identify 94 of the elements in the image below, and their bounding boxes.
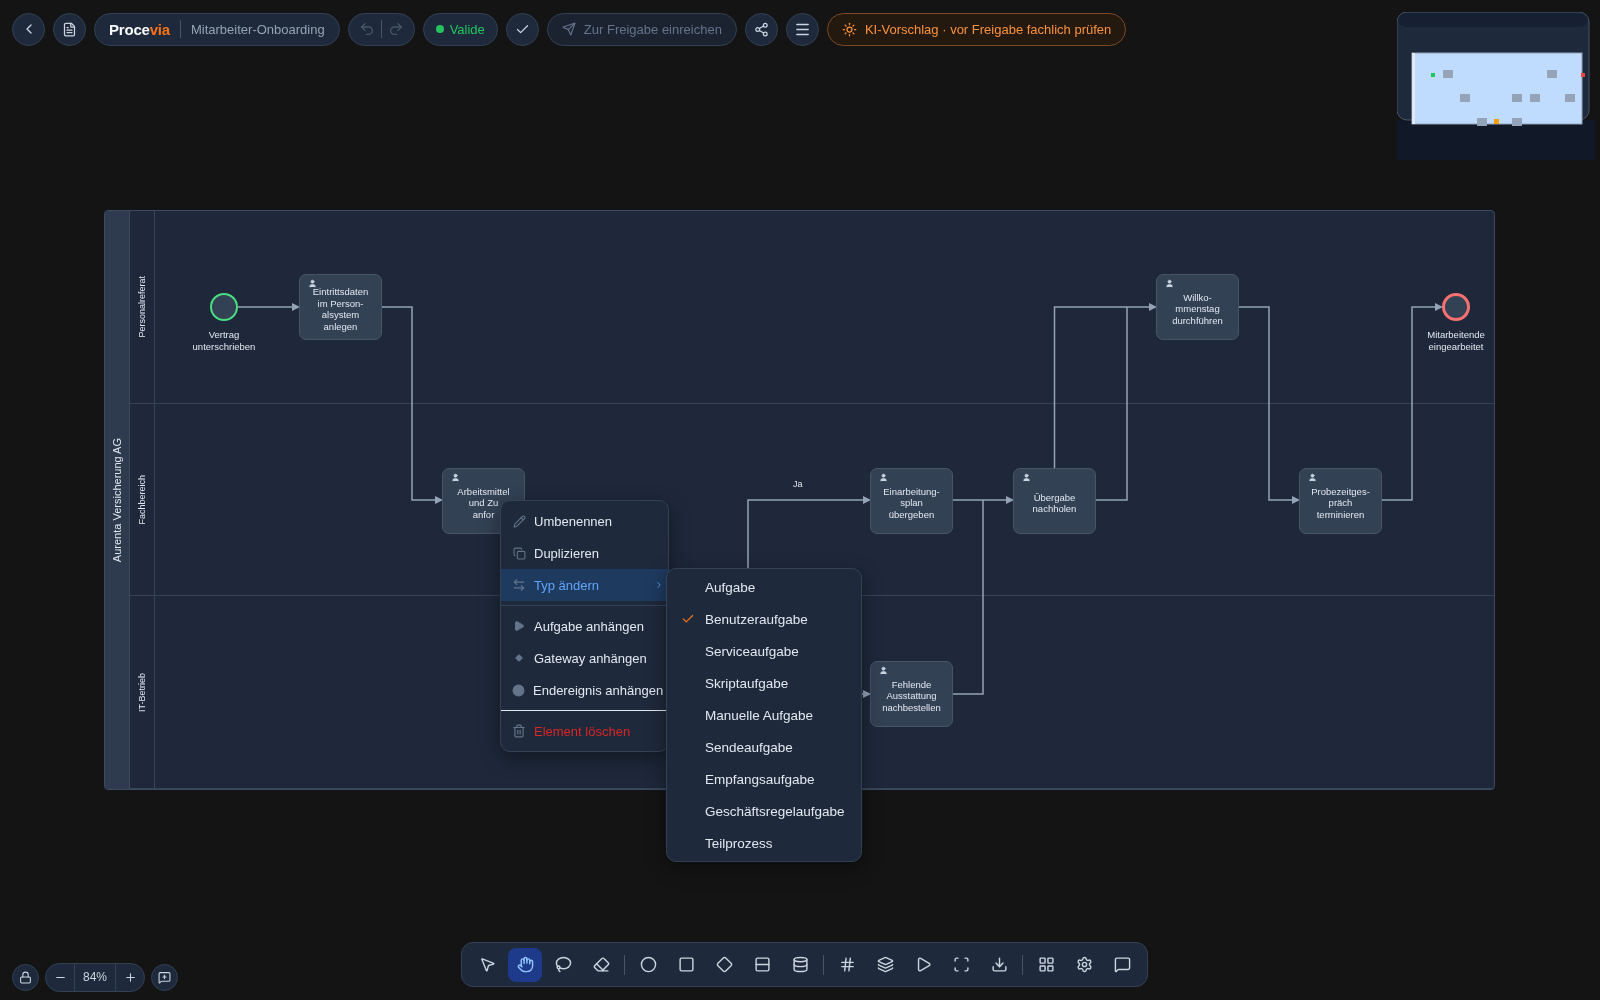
user-task[interactable]: Einarbeitung- splan übergeben — [870, 468, 953, 534]
circle-icon — [639, 956, 657, 973]
user-icon — [308, 279, 317, 288]
document-title: Mitarbeiter-Onboarding — [190, 21, 325, 37]
pool-label: Aurenta Versicherung AG — [111, 437, 123, 563]
share-button[interactable] — [744, 12, 778, 46]
menu-item[interactable]: Gateway anhängen — [501, 642, 668, 674]
sequence-flow[interactable] — [1238, 306, 1300, 504]
add-comment-button[interactable] — [151, 964, 179, 991]
ai-hint-badge[interactable]: KI-Vorschlag · vor Freigabe fachlich prüfen — [826, 12, 1127, 46]
flow-label: Ja — [793, 479, 803, 489]
send-icon — [561, 22, 576, 36]
sequence-flow[interactable] — [1053, 303, 1157, 469]
sequence-flow[interactable] — [952, 499, 984, 695]
hand-icon — [516, 956, 534, 973]
user-icon — [1308, 473, 1317, 482]
menu-item[interactable]: Typ ändern — [501, 569, 668, 601]
back-button[interactable] — [12, 12, 45, 46]
sequence-flow[interactable] — [747, 496, 871, 570]
document-pill[interactable]: Procevia Mitarbeiter-Onboarding — [94, 12, 340, 46]
user-task[interactable]: Fehlende Ausstattung nachbestellen — [870, 661, 953, 727]
sequence-flow[interactable] — [237, 303, 300, 311]
zoom-level: 84% — [74, 964, 117, 991]
user-icon — [879, 473, 888, 482]
user-task[interactable]: Willko- mmenstag durchführen — [1156, 274, 1239, 340]
user-icon — [1022, 473, 1031, 482]
redo-icon — [387, 21, 404, 37]
lasso-icon — [554, 956, 572, 973]
menu-item[interactable]: Benutzeraufgabe — [667, 603, 861, 635]
undo-icon — [358, 21, 375, 37]
user-task[interactable]: Probezeitges- präch terminieren — [1299, 468, 1382, 534]
minimap[interactable] — [1397, 12, 1597, 162]
start-event[interactable] — [210, 293, 238, 321]
lock-button[interactable] — [12, 964, 39, 991]
share-icon — [753, 21, 769, 37]
user-task[interactable]: Eintrittsdaten im Person- alsystem anlegen — [299, 274, 382, 340]
lane-label: Fachbereich — [137, 474, 147, 525]
document-button[interactable] — [53, 12, 86, 46]
apps-icon — [1037, 956, 1055, 973]
menu-item[interactable]: Empfangsaufgabe — [667, 763, 861, 795]
trash-icon — [512, 722, 526, 740]
chevron-icon — [654, 580, 664, 590]
status-badge: Valide — [422, 12, 498, 46]
chat-icon — [1113, 956, 1131, 973]
download-icon — [990, 956, 1008, 973]
circle-icon — [512, 683, 525, 697]
layers-icon — [876, 956, 894, 973]
sequence-flow[interactable] — [861, 690, 871, 698]
sun-icon — [841, 21, 857, 37]
end-event[interactable] — [1442, 293, 1470, 321]
menu-item[interactable]: Aufgabe — [667, 571, 861, 603]
user-icon — [451, 473, 460, 482]
user-icon — [1165, 279, 1174, 288]
menu-item[interactable]: Skriptaufgabe — [667, 667, 861, 699]
copy-icon — [512, 546, 526, 560]
check-icon — [681, 612, 695, 626]
event-label: Mitarbeitende eingearbeitet — [1426, 329, 1486, 352]
menu-item[interactable]: Sendeaufgabe — [667, 731, 861, 763]
pencil-icon — [512, 514, 526, 528]
comment-plus-icon — [158, 971, 172, 984]
lane-icon — [753, 956, 771, 973]
brand-logo: Procevia — [109, 20, 170, 38]
sequence-flow[interactable] — [952, 496, 1014, 504]
cylinder-icon — [791, 956, 809, 973]
cursor-icon — [478, 956, 496, 973]
diamond-icon — [715, 956, 733, 973]
event-label: Vertrag unterschrieben — [191, 329, 257, 352]
menu-item[interactable]: Geschäftsregelaufgabe — [667, 795, 861, 827]
plus-icon — [123, 971, 137, 984]
menu-item[interactable]: Teilprozess — [667, 827, 861, 859]
lane-label: IT-Betrieb — [137, 672, 147, 712]
user-task[interactable]: Übergabe nachholen — [1013, 468, 1096, 534]
menu-item[interactable]: Endereignis anhängen — [501, 674, 668, 706]
document-icon — [62, 21, 77, 37]
diamond-icon — [512, 654, 526, 662]
menu-button[interactable] — [785, 12, 819, 46]
sequence-flow[interactable] — [381, 306, 443, 504]
frame-icon — [952, 956, 970, 973]
triangle-icon — [512, 620, 526, 632]
hand-tool-button[interactable] — [508, 947, 542, 982]
eraser-icon — [592, 956, 610, 973]
menu-item[interactable]: Duplizieren — [501, 537, 668, 569]
square-icon — [677, 956, 695, 973]
lane-label: Personalreferat — [137, 276, 147, 338]
lock-icon — [19, 971, 32, 984]
menu-item[interactable]: Manuelle Aufgabe — [667, 699, 861, 731]
validate-button[interactable] — [505, 12, 539, 46]
swap-icon — [512, 578, 526, 592]
user-icon — [879, 666, 888, 675]
sequence-flow[interactable] — [1095, 306, 1128, 501]
menu-item[interactable]: Aufgabe anhängen — [501, 610, 668, 642]
menu-item[interactable]: Serviceaufgabe — [667, 635, 861, 667]
grid-icon — [838, 956, 856, 973]
settings-icon — [1075, 956, 1093, 973]
